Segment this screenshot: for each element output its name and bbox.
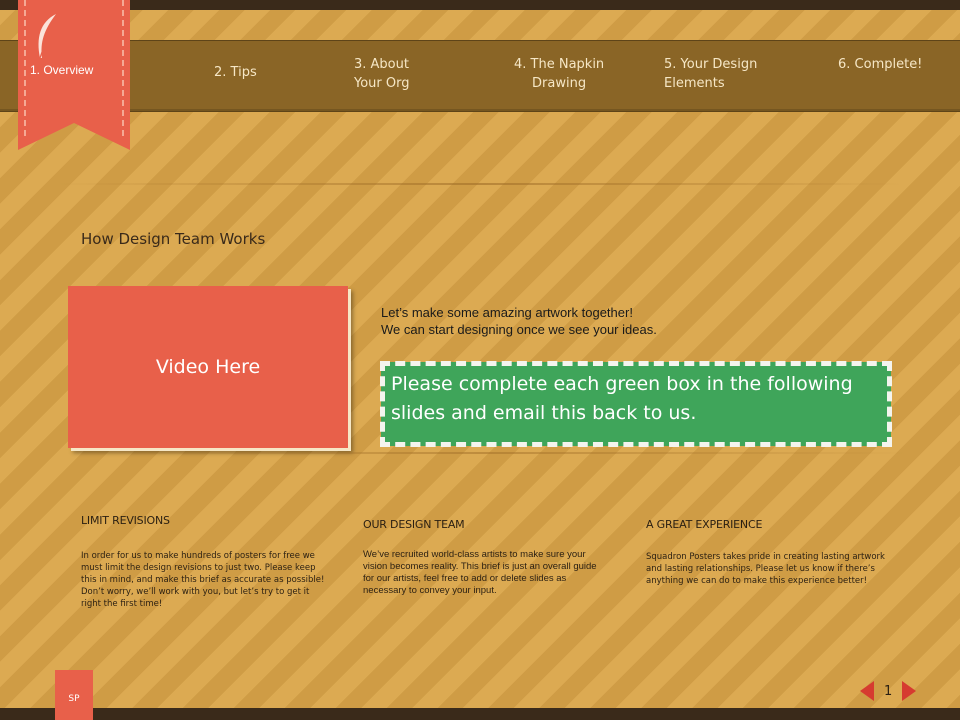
page-number: 1 [884,683,893,699]
divider-bottom [60,452,910,454]
video-label: Video Here [155,356,261,378]
nav-tab-about-your-org[interactable]: 3. About Your Org [354,55,410,93]
column-text-limit-revisions: In order for us to make hundreds of post… [81,551,325,609]
divider-top [55,183,905,185]
green-instruction-box: Please complete each green box in the fo… [380,361,892,447]
intro-line-2: We can start designing once we see your … [381,322,657,337]
intro-text: Let’s make some amazing artwork together… [381,304,657,338]
top-border [0,0,960,10]
pager: 1 [860,680,917,702]
nav-tab-design-elements[interactable]: 5. Your Design Elements [664,55,757,93]
sp-tab-label: SP [68,694,80,704]
column-title-design-team: OUR DESIGN TEAM [363,518,465,531]
column-title-great-experience: A GREAT EXPERIENCE [646,518,763,531]
column-title-limit-revisions: LIMIT REVISIONS [81,514,170,527]
page-title: How Design Team Works [81,230,266,248]
column-text-design-team: We’ve recruited world-class artists to m… [363,549,597,596]
nav-tab-tips[interactable]: 2. Tips [214,63,257,82]
nav-tab-overview-label: 1. Overview [30,63,94,77]
green-box-text: Please complete each green box in the fo… [391,373,853,424]
prev-arrow-icon[interactable] [860,681,874,701]
sp-tab[interactable]: SP [55,670,93,720]
nav-tab-overview[interactable]: 1. Overview [30,63,140,77]
column-text-great-experience: Squadron Posters takes pride in creating… [646,552,885,586]
bottom-border [0,708,960,720]
nav-tab-complete[interactable]: 6. Complete! [838,55,922,74]
video-placeholder[interactable]: Video Here [68,286,348,448]
intro-line-1: Let’s make some amazing artwork together… [381,305,633,320]
nav-tab-napkin-drawing[interactable]: 4. The Napkin Drawing [514,55,604,93]
nav-bar: 2. Tips 3. About Your Org 4. The Napkin … [0,40,960,112]
next-arrow-icon[interactable] [902,681,917,701]
feather-icon [38,14,56,59]
